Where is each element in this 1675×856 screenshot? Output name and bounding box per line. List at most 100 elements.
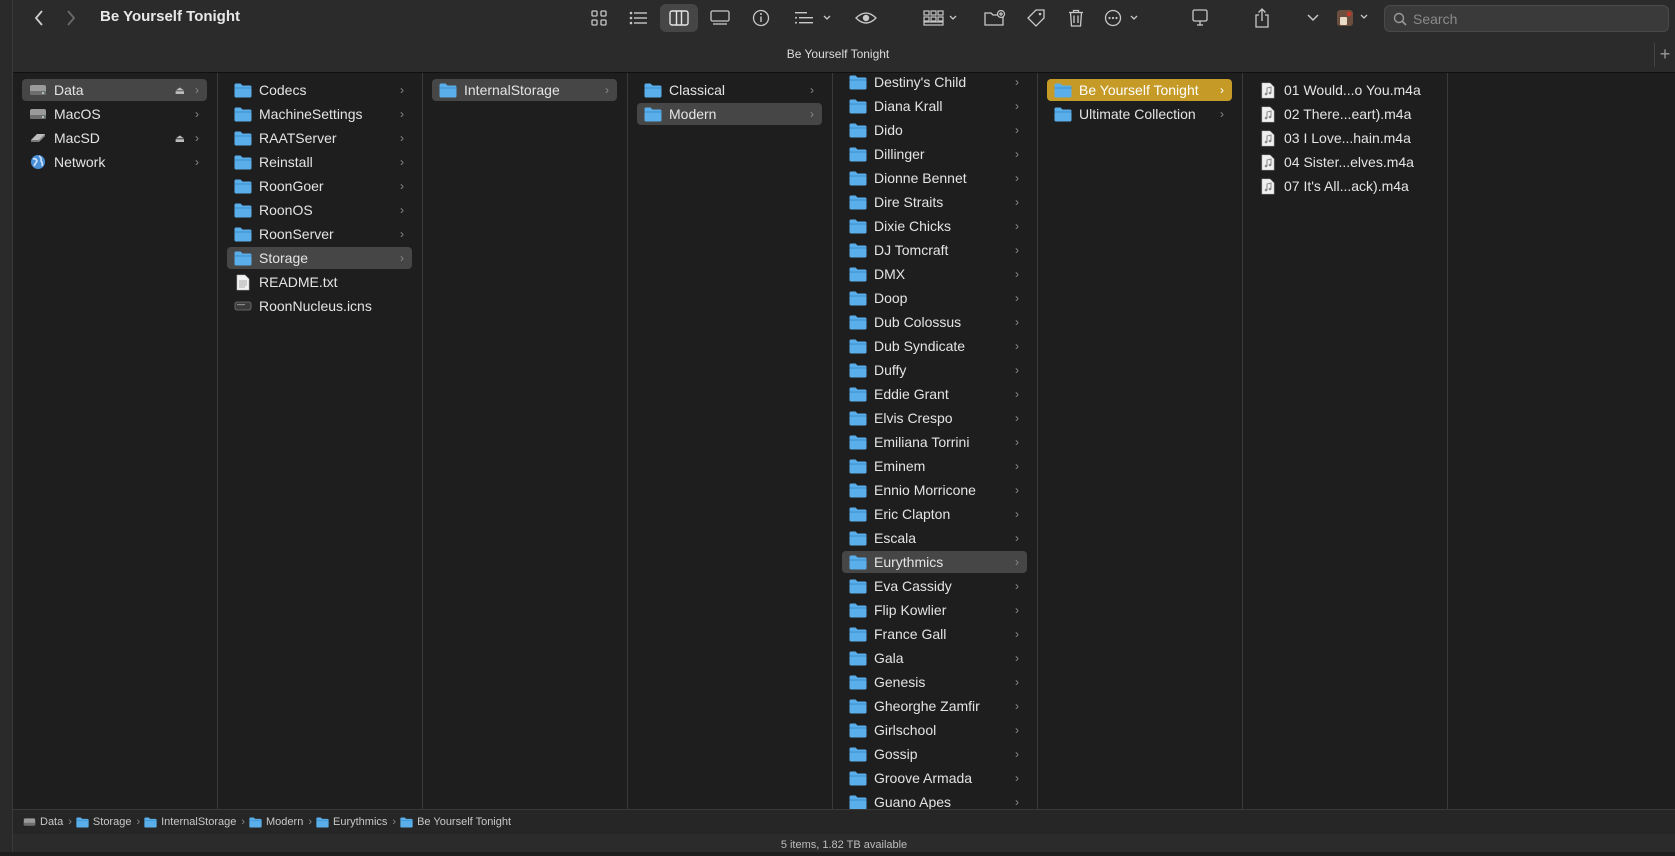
item-label: 01 Would...o You.m4a: [1284, 82, 1421, 98]
list-item[interactable]: Eddie Grant ›: [842, 383, 1027, 405]
trash-button[interactable]: [1063, 4, 1089, 32]
list-item[interactable]: MachineSettings ›: [227, 103, 412, 125]
item-label: README.txt: [259, 274, 338, 290]
view-columns-button[interactable]: [660, 4, 698, 32]
folder-icon: [234, 250, 252, 266]
item-label: Escala: [874, 530, 917, 546]
folder-icon: [849, 458, 867, 474]
list-item[interactable]: Dillinger ›: [842, 143, 1027, 165]
forward-button[interactable]: [61, 4, 81, 32]
breadcrumb-item[interactable]: Eurythmics ›: [316, 816, 396, 828]
list-item[interactable]: Gossip ›: [842, 743, 1027, 765]
breadcrumb-item[interactable]: InternalStorage ›: [144, 816, 245, 828]
chevron-right-icon: ›: [1015, 747, 1019, 761]
sidebar-item[interactable]: MacSD ⏏ ›: [22, 127, 207, 149]
share-button[interactable]: [1249, 4, 1275, 32]
list-item[interactable]: Codecs ›: [227, 79, 412, 101]
list-item[interactable]: Dire Straits ›: [842, 191, 1027, 213]
tags-button[interactable]: [1023, 4, 1049, 32]
list-item[interactable]: RAATServer ›: [227, 127, 412, 149]
list-item[interactable]: 03 I Love...hain.m4a: [1252, 127, 1437, 149]
list-item[interactable]: Escala ›: [842, 527, 1027, 549]
airdrop-button[interactable]: [1187, 4, 1213, 32]
app-menu-button[interactable]: [1333, 4, 1375, 32]
list-item[interactable]: Ennio Morricone ›: [842, 479, 1027, 501]
list-item[interactable]: RoonOS ›: [227, 199, 412, 221]
eject-icon[interactable]: ⏏: [175, 132, 185, 145]
chevron-right-icon: ›: [1015, 795, 1019, 809]
list-item[interactable]: Classical ›: [637, 79, 822, 101]
list-item[interactable]: RoonServer ›: [227, 223, 412, 245]
list-item[interactable]: Dionne Bennet ›: [842, 167, 1027, 189]
back-button[interactable]: [29, 4, 49, 32]
list-item[interactable]: 02 There...eart).m4a: [1252, 103, 1437, 125]
sidebar-item[interactable]: Network ›: [22, 151, 207, 173]
list-item[interactable]: Groove Armada ›: [842, 767, 1027, 789]
item-label: Eric Clapton: [874, 506, 951, 522]
list-item[interactable]: InternalStorage ›: [432, 79, 617, 101]
more-toolbar-button[interactable]: [1303, 4, 1323, 32]
list-item[interactable]: Duffy ›: [842, 359, 1027, 381]
search-input[interactable]: [1411, 9, 1655, 28]
list-item[interactable]: Eurythmics ›: [842, 551, 1027, 573]
folder-icon: [849, 338, 867, 354]
list-item[interactable]: Flip Kowlier ›: [842, 599, 1027, 621]
sidebar-item[interactable]: Data ⏏ ›: [22, 79, 207, 101]
list-item[interactable]: Eminem ›: [842, 455, 1027, 477]
list-item[interactable]: Modern ›: [637, 103, 822, 125]
list-item[interactable]: Guano Apes ›: [842, 791, 1027, 809]
search-field[interactable]: [1384, 5, 1669, 32]
list-item[interactable]: Genesis ›: [842, 671, 1027, 693]
new-tab-button[interactable]: +: [1654, 43, 1675, 67]
breadcrumb-item[interactable]: Data ›: [23, 816, 72, 828]
list-item[interactable]: DJ Tomcraft ›: [842, 239, 1027, 261]
list-item[interactable]: Gala ›: [842, 647, 1027, 669]
column-6: Be Yourself Tonight › Ultimate Collection ›: [1038, 73, 1243, 809]
item-label: Guano Apes: [874, 794, 952, 809]
list-item[interactable]: Eva Cassidy ›: [842, 575, 1027, 597]
list-item[interactable]: Be Yourself Tonight ›: [1047, 79, 1232, 101]
sidebar-item[interactable]: MacOS ›: [22, 103, 207, 125]
arrange-button[interactable]: [921, 4, 961, 32]
list-item[interactable]: RoonGoer ›: [227, 175, 412, 197]
breadcrumb-item[interactable]: Storage ›: [76, 816, 140, 828]
list-item[interactable]: Gheorghe Zamfir ›: [842, 695, 1027, 717]
action-menu-button[interactable]: [1101, 4, 1145, 32]
get-info-button[interactable]: [748, 4, 774, 32]
list-item[interactable]: Dub Colossus ›: [842, 311, 1027, 333]
list-item[interactable]: Dido ›: [842, 119, 1027, 141]
breadcrumb-item[interactable]: Be Yourself Tonight: [400, 816, 511, 828]
list-item[interactable]: DMX ›: [842, 263, 1027, 285]
item-label: Dillinger: [874, 146, 925, 162]
group-by-button[interactable]: [791, 4, 837, 32]
list-item[interactable]: Dixie Chicks ›: [842, 215, 1027, 237]
list-item[interactable]: 01 Would...o You.m4a: [1252, 79, 1437, 101]
list-item[interactable]: Storage ›: [227, 247, 412, 269]
new-folder-button[interactable]: [982, 4, 1008, 32]
list-item[interactable]: Elvis Crespo ›: [842, 407, 1027, 429]
list-item[interactable]: README.txt: [227, 271, 412, 293]
view-list-button[interactable]: [623, 4, 653, 32]
list-item[interactable]: Girlschool ›: [842, 719, 1027, 741]
list-item[interactable]: Eric Clapton ›: [842, 503, 1027, 525]
list-item[interactable]: France Gall ›: [842, 623, 1027, 645]
breadcrumb-label: Data: [40, 816, 64, 828]
breadcrumb-item[interactable]: Modern ›: [249, 816, 312, 828]
list-item[interactable]: RoonNucleus.icns: [227, 295, 412, 317]
view-gallery-button[interactable]: [705, 4, 735, 32]
list-item[interactable]: Doop ›: [842, 287, 1027, 309]
list-item[interactable]: Emiliana Torrini ›: [842, 431, 1027, 453]
list-item[interactable]: Reinstall ›: [227, 151, 412, 173]
list-item[interactable]: Destiny's Child ›: [842, 73, 1027, 93]
eject-icon[interactable]: ⏏: [175, 84, 185, 97]
audio-file-icon: [1259, 106, 1277, 122]
list-item[interactable]: 04 Sister...elves.m4a: [1252, 151, 1437, 173]
breadcrumb-label: Be Yourself Tonight: [417, 816, 512, 828]
view-icons-button[interactable]: [584, 4, 614, 32]
quick-look-button[interactable]: [851, 4, 881, 32]
list-item[interactable]: Dub Syndicate ›: [842, 335, 1027, 357]
tab-title[interactable]: Be Yourself Tonight: [13, 47, 1663, 61]
list-item[interactable]: Diana Krall ›: [842, 95, 1027, 117]
list-item[interactable]: 07 It's All...ack).m4a: [1252, 175, 1437, 197]
list-item[interactable]: Ultimate Collection ›: [1047, 103, 1232, 125]
